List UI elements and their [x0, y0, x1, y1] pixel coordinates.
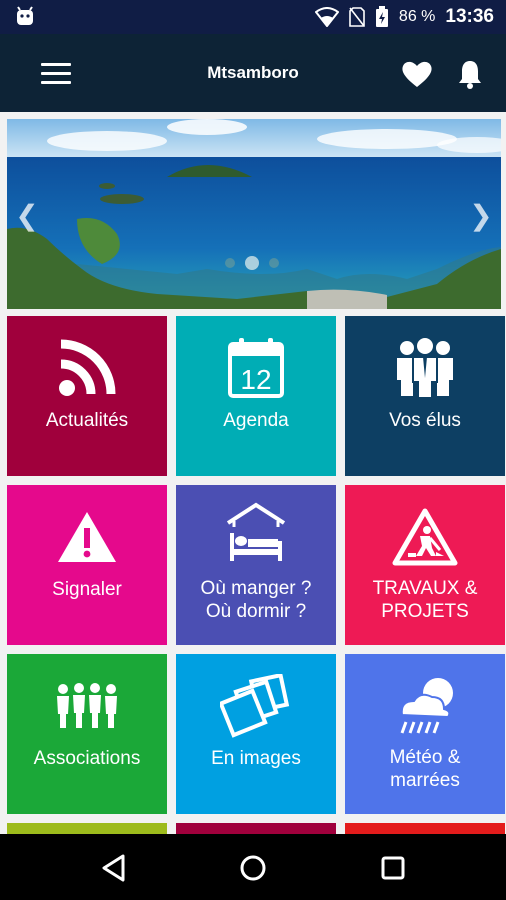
calendar-day: 12: [240, 364, 271, 395]
chevron-left-icon[interactable]: ❮: [15, 199, 39, 232]
warning-icon: [58, 512, 116, 562]
heart-icon[interactable]: [400, 58, 434, 90]
no-sim-icon: [349, 7, 365, 27]
tile-ou-manger-ou-dormir[interactable]: Où manger ? Où dormir ?: [176, 485, 336, 645]
wifi-icon: [314, 7, 339, 27]
chevron-right-icon[interactable]: ❯: [469, 199, 493, 232]
partial-tile[interactable]: [345, 823, 505, 834]
tile-label: Agenda: [223, 410, 289, 431]
home-icon[interactable]: [236, 851, 270, 885]
tile-label-line-2: marrées: [390, 770, 460, 791]
clock: 13:36: [445, 6, 494, 27]
group-icon: [57, 683, 117, 728]
bed-icon: [226, 502, 286, 561]
tile-label: Vos élus: [389, 410, 461, 431]
tile-label: Météo & marrées: [349, 746, 501, 792]
landscape-photo: [7, 119, 501, 309]
battery-charging-icon: [375, 6, 388, 27]
tile-actualites[interactable]: Actualités: [7, 316, 167, 476]
tile-label-line-1: TRAVAUX &: [372, 578, 478, 599]
tile-agenda[interactable]: 12 Agenda: [176, 316, 336, 476]
tile-label: TRAVAUX & PROJETS: [349, 577, 501, 623]
bell-icon[interactable]: [454, 58, 486, 90]
tile-label: Signaler: [52, 579, 122, 600]
tile-label-line-2: Où dormir ?: [205, 601, 307, 622]
tile-label-line-2: PROJETS: [381, 601, 469, 622]
tile-travaux-projets[interactable]: TRAVAUX & PROJETS: [345, 485, 505, 645]
road-works-icon: [392, 508, 458, 566]
tile-meteo-marrees[interactable]: Météo & marrées: [345, 654, 505, 814]
carousel-indicator: [225, 256, 279, 270]
tile-signaler[interactable]: Signaler: [7, 485, 167, 645]
recents-icon[interactable]: [376, 851, 410, 885]
carousel-dot-active[interactable]: [245, 256, 259, 270]
people-icon: [397, 338, 453, 398]
tile-label-line-1: Météo &: [389, 747, 461, 768]
tile-label: Actualités: [45, 410, 129, 431]
tile-associations[interactable]: Associations: [7, 654, 167, 814]
tile-label: Où manger ? Où dormir ?: [180, 577, 332, 623]
tile-label: Associations: [33, 748, 141, 769]
weather-icon: [400, 678, 453, 734]
android-icon: [17, 6, 33, 25]
tile-label: En images: [211, 748, 301, 769]
partial-tile[interactable]: [7, 823, 167, 834]
battery-percent: 86 %: [398, 8, 436, 25]
tile-vos-elus[interactable]: Vos élus: [345, 316, 505, 476]
tile-en-images[interactable]: En images: [176, 654, 336, 814]
back-icon[interactable]: [97, 851, 131, 885]
navigation-bar: [0, 834, 506, 900]
rss-icon: [59, 339, 116, 396]
photos-icon: [220, 674, 290, 738]
hero-carousel[interactable]: ❮ ❯: [7, 119, 501, 309]
carousel-dot[interactable]: [225, 258, 235, 268]
partial-tile[interactable]: [176, 823, 336, 834]
app-bar: Mtsamboro: [0, 34, 506, 112]
status-bar: 86 % 13:36: [0, 0, 506, 34]
calendar-icon: 12: [228, 338, 284, 398]
carousel-dot[interactable]: [269, 258, 279, 268]
tile-label-line-1: Où manger ?: [200, 578, 312, 599]
